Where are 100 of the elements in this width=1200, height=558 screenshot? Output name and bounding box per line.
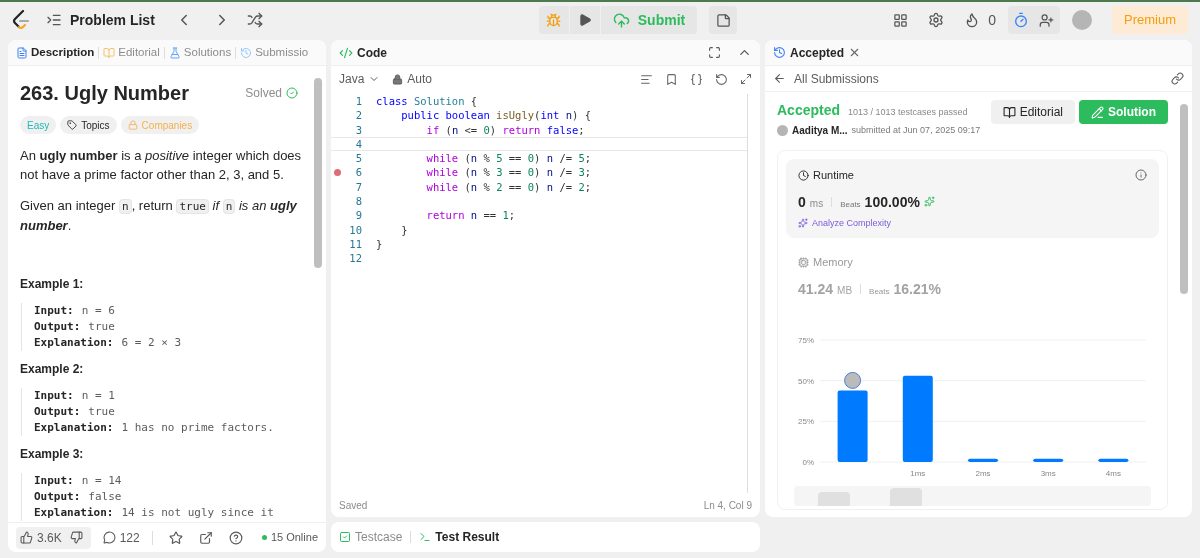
- timer-icon: [1013, 12, 1029, 28]
- thumbs-down-icon[interactable]: [69, 531, 83, 544]
- back-arrow-icon[interactable]: [773, 72, 786, 85]
- format-icon[interactable]: [640, 72, 653, 86]
- help-icon[interactable]: [228, 530, 243, 545]
- like-count: 3.6K: [37, 529, 62, 547]
- solved-status: Solved: [245, 85, 282, 102]
- list-icon[interactable]: [46, 12, 62, 28]
- accepted-tab[interactable]: Accepted: [790, 43, 845, 62]
- example-label: Output:: [34, 489, 81, 505]
- metric-unit: MB: [837, 283, 853, 298]
- code-tab[interactable]: Code: [357, 43, 387, 62]
- example-label: Explanation:: [34, 335, 114, 351]
- check-circle-icon: [286, 87, 298, 99]
- user-name[interactable]: Aaditya M...: [792, 123, 848, 138]
- comment-icon[interactable]: [102, 531, 116, 544]
- layout-icon[interactable]: [893, 12, 909, 28]
- chip-icon: [798, 256, 809, 268]
- line-number: 12: [348, 251, 362, 266]
- chart-bar[interactable]: [1098, 458, 1129, 462]
- line-number: 2: [354, 108, 362, 123]
- expand-icon[interactable]: [740, 72, 752, 85]
- problem-title: 263. Ugly Number: [20, 81, 189, 106]
- comment-count: 122: [119, 529, 140, 547]
- example-label: Input:: [34, 303, 74, 319]
- chart-bar[interactable]: [1033, 458, 1064, 462]
- axis-label: 25%: [798, 416, 814, 426]
- info-icon[interactable]: [1135, 169, 1147, 182]
- tag-icon: [67, 120, 78, 130]
- settings-icon[interactable]: [928, 12, 945, 28]
- terminal-icon: [419, 531, 432, 543]
- document-icon: [16, 46, 28, 59]
- editorial-button[interactable]: Editorial: [990, 100, 1075, 124]
- run-button[interactable]: [569, 6, 600, 34]
- line-number: 1: [354, 94, 362, 109]
- axis-label: 2ms: [975, 468, 991, 478]
- example-value: false: [88, 489, 122, 505]
- braces-icon[interactable]: [690, 72, 703, 86]
- book-icon: [1002, 105, 1016, 119]
- axis-label: 3ms: [1040, 468, 1056, 478]
- line-number: 9: [354, 208, 362, 223]
- chart-bar[interactable]: [902, 375, 933, 462]
- reset-icon[interactable]: [715, 72, 728, 86]
- example-value: true: [88, 319, 115, 335]
- metric-card[interactable]: Runtime 0 ms Beats 100.00% Analyze Complexity: [786, 159, 1159, 238]
- shuffle-icon[interactable]: [246, 12, 263, 28]
- example-title: Example 2:: [20, 361, 85, 378]
- notes-button[interactable]: [709, 6, 738, 34]
- metric-value: 41.24: [798, 279, 834, 299]
- tag-chip[interactable]: Topics: [60, 116, 117, 134]
- code-line: class Solution {: [376, 94, 478, 109]
- example-label: Input:: [34, 388, 74, 404]
- language-dropdown[interactable]: Java: [339, 70, 381, 88]
- beats-label: Beats: [840, 198, 861, 211]
- example-value: n = 14: [81, 473, 122, 489]
- axis-label: 4ms: [1105, 468, 1121, 478]
- example-value: n = 1: [81, 388, 115, 404]
- line-number: 6: [354, 165, 362, 180]
- bug-icon: [546, 12, 562, 28]
- example-label: Explanation:: [34, 505, 114, 521]
- line-number: 10: [348, 222, 362, 237]
- metric-title: Runtime: [813, 168, 854, 183]
- code-line: public boolean isUgly(int n) {: [400, 108, 591, 123]
- test-tab[interactable]: Test Result: [435, 528, 500, 546]
- auto-mode[interactable]: Auto: [407, 70, 433, 88]
- line-number: 11: [348, 236, 362, 252]
- thumbs-up-icon[interactable]: [20, 531, 33, 544]
- beats-percent: 16.21%: [893, 279, 941, 299]
- analyze-complexity-link[interactable]: Analyze Complexity: [812, 216, 892, 230]
- maximize-icon[interactable]: [708, 46, 721, 59]
- book-icon: [103, 46, 116, 59]
- code-line: return n == 1;: [425, 208, 516, 223]
- link-icon[interactable]: [1171, 72, 1184, 85]
- example-label: Explanation:: [34, 420, 114, 436]
- logo-icon[interactable]: [12, 10, 30, 30]
- metric-unit: ms: [809, 196, 824, 211]
- star-icon[interactable]: [168, 530, 183, 545]
- code-line: while (n % 2 == 0) n /= 2;: [425, 179, 592, 195]
- test-tab[interactable]: Testcase: [355, 528, 403, 546]
- example-value: true: [88, 404, 115, 420]
- lock-icon: [127, 120, 138, 130]
- lock-icon: [392, 73, 404, 85]
- all-submissions-link[interactable]: All Submissions: [794, 69, 879, 88]
- problem-list-button[interactable]: Problem List: [70, 9, 155, 31]
- saved-status: Saved: [339, 498, 368, 513]
- example-value: n = 6: [81, 303, 115, 319]
- pencil-icon: [1091, 105, 1104, 119]
- panel-tab[interactable]: Description: [31, 43, 95, 62]
- metric-title: Memory: [813, 255, 853, 270]
- history-icon: [240, 46, 253, 59]
- example-title: Example 3:: [20, 446, 85, 463]
- code-line: while (n % 3 == 0) n /= 3;: [425, 165, 592, 180]
- bookmark-icon[interactable]: [665, 72, 678, 86]
- example-value: 6 = 2 × 3: [121, 335, 182, 351]
- beats-label: Beats: [869, 285, 890, 298]
- chart-bar[interactable]: [968, 458, 998, 462]
- avatar-marker: [844, 371, 862, 389]
- example-value: 14 is not ugly since it: [121, 505, 274, 521]
- share-icon[interactable]: [198, 530, 213, 545]
- streak-count: 0: [988, 10, 996, 30]
